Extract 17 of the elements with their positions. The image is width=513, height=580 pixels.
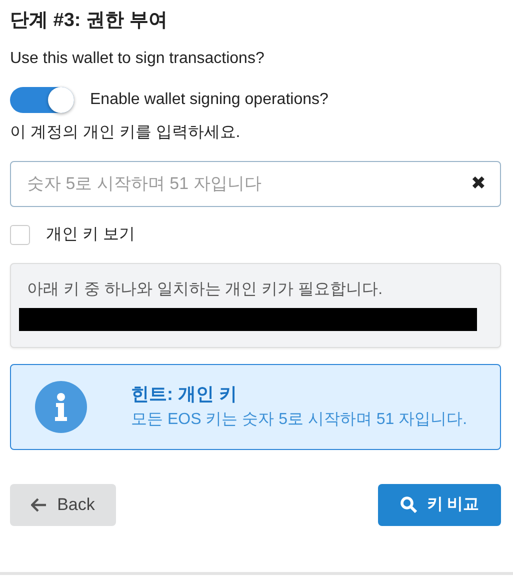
checkbox-label: 개인 키 보기 bbox=[46, 224, 135, 245]
search-icon bbox=[400, 496, 417, 514]
step-title: 단계 #3: 권한 부여 bbox=[10, 10, 168, 33]
clear-button[interactable]: ✖ bbox=[470, 170, 486, 198]
checkbox[interactable] bbox=[10, 224, 30, 245]
arrow-left-icon bbox=[31, 498, 48, 512]
hint-title: 힌트: 개인 키 bbox=[131, 383, 238, 406]
back-button[interactable]: Back bbox=[10, 484, 116, 526]
question-text: Use this wallet to sign transactions? bbox=[10, 48, 266, 69]
toggle-switch[interactable] bbox=[10, 86, 74, 113]
compare-keys-button[interactable]: 키 비교 bbox=[378, 484, 501, 526]
hint-text: 모든 EOS 키는 숫자 5로 시작하며 51 자입니다. bbox=[131, 410, 468, 430]
key-prompt: 이 계정의 개인 키를 입력하세요. bbox=[10, 122, 242, 143]
private-key-field[interactable]: 숫자 5로 시작하며 51 자입니다 ✖ bbox=[10, 160, 501, 207]
toggle-label: Enable wallet signing operations? bbox=[90, 90, 328, 110]
info-icon bbox=[35, 380, 87, 433]
required-keys-text: 아래 키 중 하나와 일치하는 개인 키가 필요합니다. bbox=[26, 280, 384, 300]
